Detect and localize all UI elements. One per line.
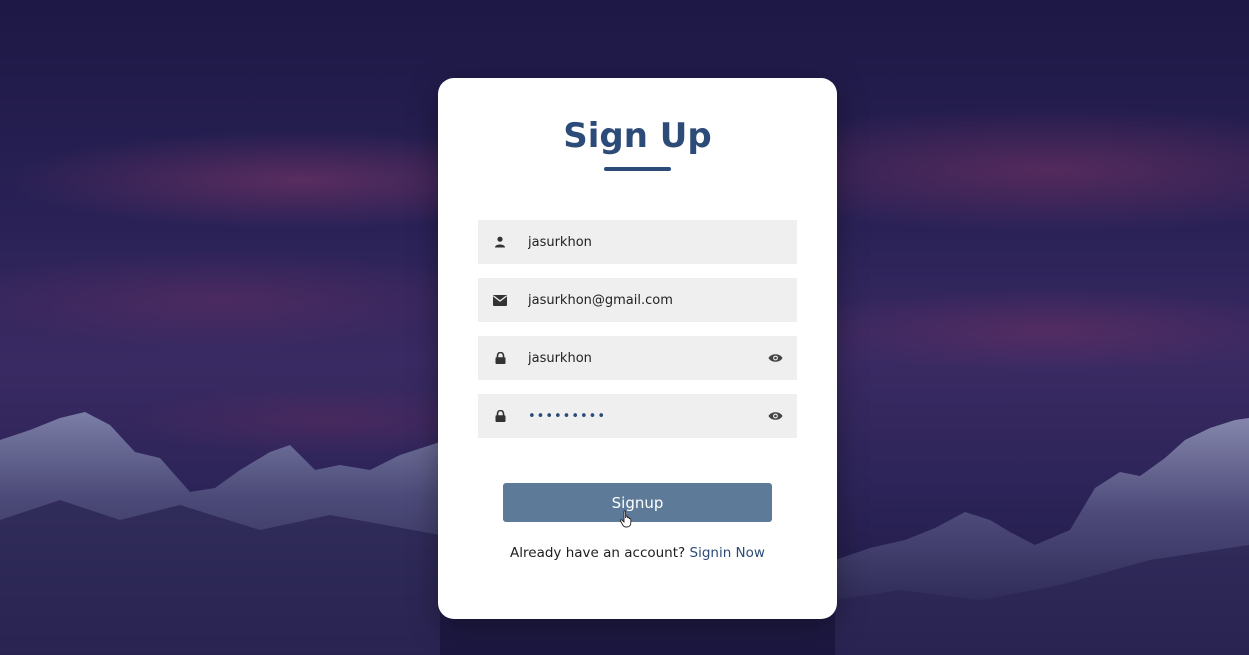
lock-icon <box>493 409 507 423</box>
password-input[interactable] <box>528 338 759 378</box>
hand-cursor-icon <box>619 510 632 528</box>
title-underline <box>604 167 671 171</box>
background-scene: Sign Up jasurkhon jasurkhon@gmail.com ja… <box>0 0 1249 655</box>
eye-icon[interactable] <box>767 408 783 424</box>
eye-icon[interactable] <box>767 350 783 366</box>
email-input[interactable] <box>528 280 797 320</box>
signin-link[interactable]: Signin Now <box>690 545 765 561</box>
envelope-icon <box>493 293 507 307</box>
confirm-password-field[interactable] <box>478 394 797 438</box>
signup-card: Sign Up jasurkhon jasurkhon@gmail.com ja… <box>438 78 837 619</box>
signup-button[interactable]: Signup <box>503 483 772 522</box>
signin-row: Already have an account? Signin Now <box>438 545 837 561</box>
password-field[interactable] <box>478 336 797 380</box>
username-field[interactable] <box>478 220 797 264</box>
user-icon <box>493 235 507 249</box>
lock-icon <box>493 351 507 365</box>
signin-prompt: Already have an account? <box>510 545 686 561</box>
confirm-password-input[interactable] <box>528 396 759 436</box>
email-field[interactable] <box>478 278 797 322</box>
page-title: Sign Up <box>563 116 712 156</box>
username-input[interactable] <box>528 222 797 262</box>
